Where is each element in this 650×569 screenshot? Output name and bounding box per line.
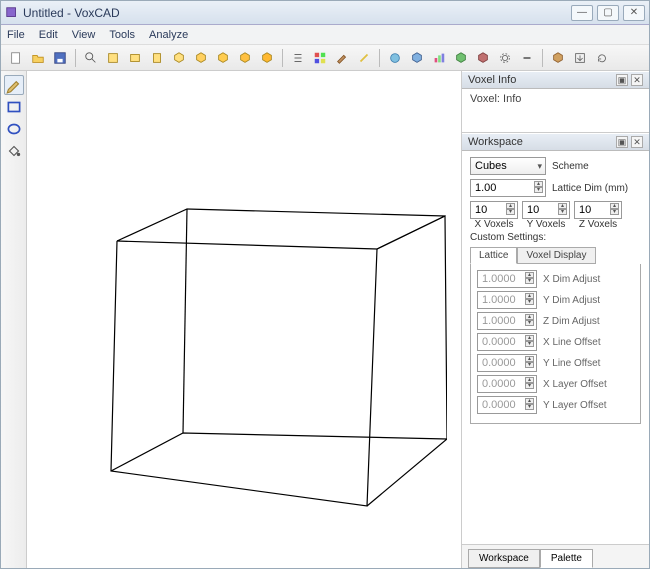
- workspace-header: Workspace ▣ ✕: [462, 133, 649, 151]
- menu-view[interactable]: View: [72, 29, 96, 41]
- setting-input-1[interactable]: 1.0000▴▾: [477, 291, 537, 309]
- wireframe-cube: [67, 161, 447, 521]
- tab-palette-bottom[interactable]: Palette: [540, 549, 593, 568]
- palette-icon[interactable]: [310, 48, 330, 68]
- tab-lattice[interactable]: Lattice: [470, 247, 517, 264]
- gear-icon[interactable]: [495, 48, 515, 68]
- sim-icon[interactable]: [407, 48, 427, 68]
- dock-icon[interactable]: ▣: [616, 74, 628, 86]
- zoom-icon[interactable]: [81, 48, 101, 68]
- export-icon[interactable]: [570, 48, 590, 68]
- ellipse-tool-icon[interactable]: [4, 119, 24, 139]
- voxel-info-title: Voxel Info: [468, 74, 516, 86]
- cube-multi-icon[interactable]: [473, 48, 493, 68]
- tab-workspace-bottom[interactable]: Workspace: [468, 549, 540, 568]
- chart-icon[interactable]: [429, 48, 449, 68]
- workspace-body: Cubes Scheme 1.00▴▾ Lattice Dim (mm) 10▴…: [462, 151, 649, 544]
- physics-icon[interactable]: [385, 48, 405, 68]
- z-voxels-label: Z Voxels: [574, 219, 622, 230]
- setting-label-0: X Dim Adjust: [543, 274, 600, 285]
- list-icon[interactable]: [288, 48, 308, 68]
- menu-tools[interactable]: Tools: [109, 29, 135, 41]
- menu-analyze[interactable]: Analyze: [149, 29, 188, 41]
- setting-input-6[interactable]: 0.0000▴▾: [477, 396, 537, 414]
- view-iso3-icon[interactable]: [213, 48, 233, 68]
- view-iso2-icon[interactable]: [191, 48, 211, 68]
- view-top-icon[interactable]: [103, 48, 123, 68]
- setting-label-2: Z Dim Adjust: [543, 316, 600, 327]
- save-file-icon[interactable]: [50, 48, 70, 68]
- close-button[interactable]: ✕: [623, 5, 645, 21]
- right-panel: Voxel Info ▣ ✕ Voxel: Info Workspace ▣ ✕…: [461, 71, 649, 568]
- setting-input-2[interactable]: 1.0000▴▾: [477, 312, 537, 330]
- viewport-canvas[interactable]: [27, 71, 461, 568]
- setting-label-4: Y Line Offset: [543, 358, 600, 369]
- link-icon[interactable]: [517, 48, 537, 68]
- menubar: File Edit View Tools Analyze: [1, 25, 649, 45]
- setting-input-5[interactable]: 0.0000▴▾: [477, 375, 537, 393]
- setting-input-3[interactable]: 0.0000▴▾: [477, 333, 537, 351]
- lattice-dim-label: Lattice Dim (mm): [552, 183, 628, 194]
- voxel-info-header: Voxel Info ▣ ✕: [462, 71, 649, 89]
- menu-file[interactable]: File: [7, 29, 25, 41]
- cube-green-icon[interactable]: [451, 48, 471, 68]
- workspace-title: Workspace: [468, 136, 523, 148]
- open-file-icon[interactable]: [28, 48, 48, 68]
- y-voxels-input[interactable]: 10▴▾: [522, 201, 570, 219]
- voxel-info-content: Voxel: Info: [462, 89, 649, 133]
- lattice-tab-body: 1.0000▴▾ X Dim Adjust 1.0000▴▾ Y Dim Adjust…: [470, 264, 641, 424]
- tab-voxel-display[interactable]: Voxel Display: [517, 247, 595, 264]
- titlebar: Untitled - VoxCAD — ▢ ✕: [1, 1, 649, 25]
- view-iso4-icon[interactable]: [235, 48, 255, 68]
- maximize-button[interactable]: ▢: [597, 5, 619, 21]
- menu-edit[interactable]: Edit: [39, 29, 58, 41]
- app-window: Untitled - VoxCAD — ▢ ✕ File Edit View T…: [0, 0, 650, 569]
- custom-settings-label: Custom Settings:: [470, 232, 641, 243]
- app-icon: [5, 6, 19, 20]
- scheme-select[interactable]: Cubes: [470, 157, 546, 175]
- view-iso5-icon[interactable]: [257, 48, 277, 68]
- x-voxels-input[interactable]: 10▴▾: [470, 201, 518, 219]
- bottom-tabs: Workspace Palette: [462, 544, 649, 568]
- new-file-icon[interactable]: [6, 48, 26, 68]
- close-panel-icon[interactable]: ✕: [631, 74, 643, 86]
- minimize-button[interactable]: —: [571, 5, 593, 21]
- dock-icon[interactable]: ▣: [616, 136, 628, 148]
- bucket-tool-icon[interactable]: [4, 141, 24, 161]
- pencil-tool-icon[interactable]: [4, 75, 24, 95]
- window-buttons: — ▢ ✕: [571, 5, 645, 21]
- scheme-label: Scheme: [552, 161, 589, 172]
- setting-label-5: X Layer Offset: [543, 379, 607, 390]
- main-toolbar: [1, 45, 649, 71]
- view-iso1-icon[interactable]: [169, 48, 189, 68]
- left-toolbar: [1, 71, 27, 568]
- box-icon[interactable]: [548, 48, 568, 68]
- brush-icon[interactable]: [332, 48, 352, 68]
- y-voxels-label: Y Voxels: [522, 219, 570, 230]
- refresh-icon[interactable]: [592, 48, 612, 68]
- setting-label-6: Y Layer Offset: [543, 400, 607, 411]
- x-voxels-label: X Voxels: [470, 219, 518, 230]
- rectangle-tool-icon[interactable]: [4, 97, 24, 117]
- close-panel-icon[interactable]: ✕: [631, 136, 643, 148]
- view-front-icon[interactable]: [125, 48, 145, 68]
- wand-icon[interactable]: [354, 48, 374, 68]
- setting-input-0[interactable]: 1.0000▴▾: [477, 270, 537, 288]
- setting-label-3: X Line Offset: [543, 337, 601, 348]
- setting-input-4[interactable]: 0.0000▴▾: [477, 354, 537, 372]
- window-title: Untitled - VoxCAD: [23, 6, 571, 20]
- setting-label-1: Y Dim Adjust: [543, 295, 600, 306]
- z-voxels-input[interactable]: 10▴▾: [574, 201, 622, 219]
- view-side-icon[interactable]: [147, 48, 167, 68]
- lattice-dim-input[interactable]: 1.00▴▾: [470, 179, 546, 197]
